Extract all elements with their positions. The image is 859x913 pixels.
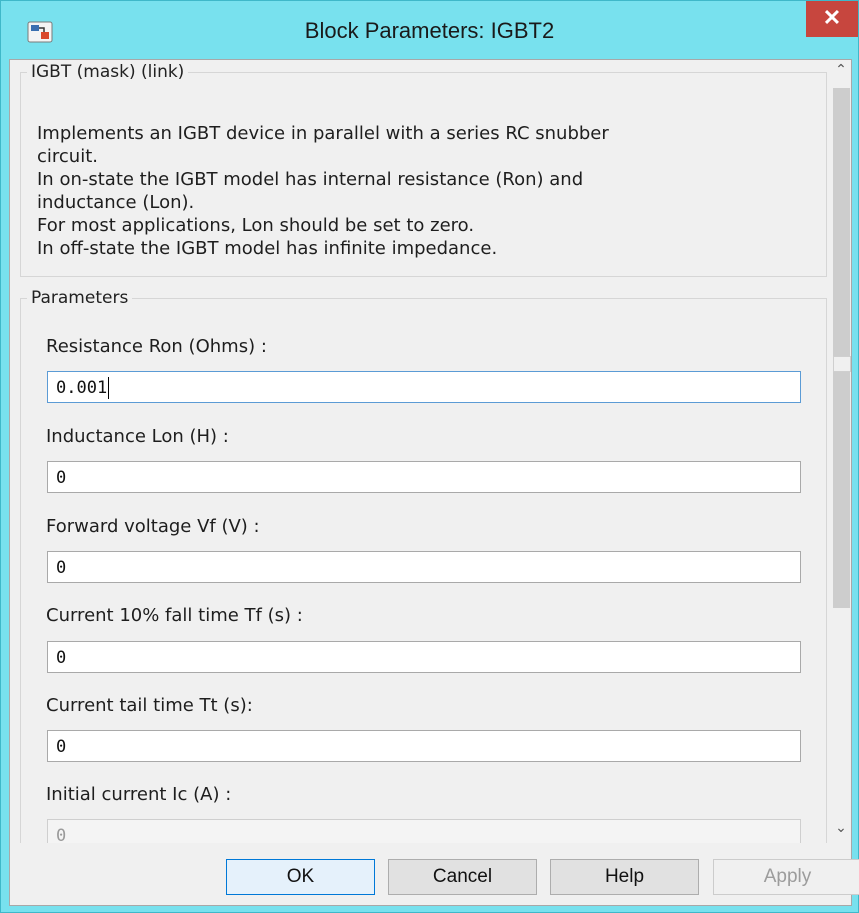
chevron-down-icon[interactable]: ⌄ [831,820,851,842]
dialog-body: IGBT (mask) (link) Implements an IGBT de… [9,59,859,906]
description-group: IGBT (mask) (link) Implements an IGBT de… [20,62,827,277]
resistance-ron-input[interactable]: 0.001 [47,371,801,403]
tail-time-label: Current tail time Tt (s): [46,695,253,716]
inductance-lon-label: Inductance Lon (H) : [46,426,229,447]
tail-time-input[interactable]: 0 [47,730,801,762]
parameters-legend: Parameters [31,288,129,308]
button-row: OK Cancel Help Apply [10,843,859,905]
cancel-button[interactable]: Cancel [388,859,537,895]
ok-button[interactable]: OK [226,859,375,895]
forward-voltage-input[interactable]: 0 [47,551,801,583]
chevron-up-icon[interactable]: ⌃ [831,62,851,84]
fall-time-input[interactable]: 0 [47,641,801,673]
scrollbar-track[interactable] [832,88,851,828]
fall-time-label: Current 10% fall time Tf (s) : [46,605,303,626]
initial-current-input: 0 [47,819,801,843]
apply-button: Apply [713,859,859,895]
description-line: For most applications, Lon should be set… [37,215,475,236]
help-button[interactable]: Help [550,859,699,895]
inductance-lon-input[interactable]: 0 [47,461,801,493]
vertical-scrollbar[interactable]: ⌃ ⌄ [831,60,851,843]
close-icon: ✕ [822,5,842,30]
description-line: In off-state the IGBT model has infinite… [37,238,498,259]
scrollbar-thumb[interactable] [833,88,851,608]
scrollbar-grip [833,356,851,372]
resistance-ron-value: 0.001 [56,378,108,398]
description-line: Implements an IGBT device in parallel wi… [37,123,609,144]
title-bar[interactable]: Block Parameters: IGBT2 ✕ [1,1,858,59]
window-title: Block Parameters: IGBT2 [304,18,555,43]
parameters-scroll-area[interactable]: IGBT (mask) (link) Implements an IGBT de… [10,60,828,843]
close-button[interactable]: ✕ [806,1,858,37]
dialog-window: Block Parameters: IGBT2 ✕ IGBT (mask) (l… [0,0,859,913]
description-line: circuit. [37,146,98,167]
text-caret [108,377,110,399]
forward-voltage-label: Forward voltage Vf (V) : [46,516,260,537]
description-text: Implements an IGBT device in parallel wi… [37,122,817,260]
initial-current-label: Initial current Ic (A) : [46,784,232,805]
description-legend: IGBT (mask) (link) [31,62,185,82]
description-line: inductance (Lon). [37,192,195,213]
description-line: In on-state the IGBT model has internal … [37,169,584,190]
resistance-ron-label: Resistance Ron (Ohms) : [46,336,267,357]
